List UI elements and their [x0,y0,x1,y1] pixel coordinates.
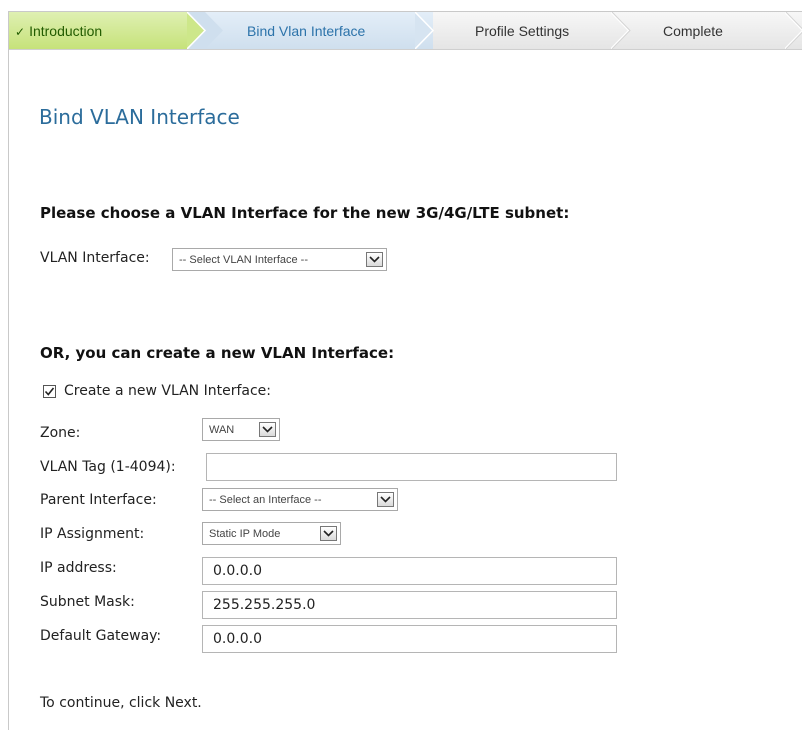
step-introduction[interactable]: ✓ Introduction [9,12,205,49]
create-vlan-checkbox[interactable] [43,385,56,398]
select-value: WAN [209,423,235,436]
chevron-down-icon[interactable] [259,422,276,437]
select-value: Static IP Mode [209,527,281,540]
step-arrow-icon [415,12,435,49]
choose-vlan-heading: Please choose a VLAN Interface for the n… [40,204,570,222]
parent-interface-select[interactable]: -- Select an Interface -- [202,488,398,511]
ip-address-label: IP address: [40,560,117,576]
vlan-tag-label: VLAN Tag (1-4094): [40,459,176,475]
step-arrow-icon [187,12,223,49]
default-gateway-input[interactable]: 0.0.0.0 [202,625,617,653]
vlan-tag-input[interactable] [206,453,617,481]
vlan-interface-label: VLAN Interface: [40,250,150,266]
vlan-interface-select[interactable]: -- Select VLAN Interface -- [172,248,387,271]
step-label: Complete [663,22,723,39]
step-bind-vlan-interface[interactable]: Bind Vlan Interface [205,12,433,49]
chevron-down-icon[interactable] [377,492,394,507]
chevron-down-icon[interactable] [366,252,383,267]
step-label: Profile Settings [475,22,570,39]
step-arrow-icon [785,12,802,49]
ip-address-input[interactable]: 0.0.0.0 [202,557,617,585]
zone-label: Zone: [40,425,81,441]
chevron-down-icon[interactable] [320,526,337,541]
continue-instructions: To continue, click Next. [40,695,202,711]
select-value: -- Select VLAN Interface -- [179,253,308,266]
page-title: Bind VLAN Interface [39,105,240,129]
checkmark-icon [44,387,55,396]
step-complete[interactable]: Complete [629,12,802,49]
step-arrow-icon [611,12,631,49]
create-vlan-checkbox-label: Create a new VLAN Interface: [64,383,271,399]
zone-select[interactable]: WAN [202,418,280,441]
check-icon: ✓ [15,24,26,39]
step-profile-settings[interactable]: Profile Settings [433,12,629,49]
select-value: -- Select an Interface -- [209,493,322,506]
parent-interface-label: Parent Interface: [40,492,157,508]
wizard-panel: ✓ Introduction Bind Vlan Interface Profil… [8,11,802,730]
create-vlan-heading: OR, you can create a new VLAN Interface: [40,344,395,362]
wizard-steps: ✓ Introduction Bind Vlan Interface Profil… [9,12,802,50]
default-gateway-label: Default Gateway: [40,628,162,644]
subnet-mask-label: Subnet Mask: [40,594,135,610]
subnet-mask-input[interactable]: 255.255.255.0 [202,591,617,619]
step-label: Introduction [29,22,103,39]
ip-assignment-select[interactable]: Static IP Mode [202,522,341,545]
step-label: Bind Vlan Interface [247,22,366,39]
ip-assignment-label: IP Assignment: [40,526,145,542]
